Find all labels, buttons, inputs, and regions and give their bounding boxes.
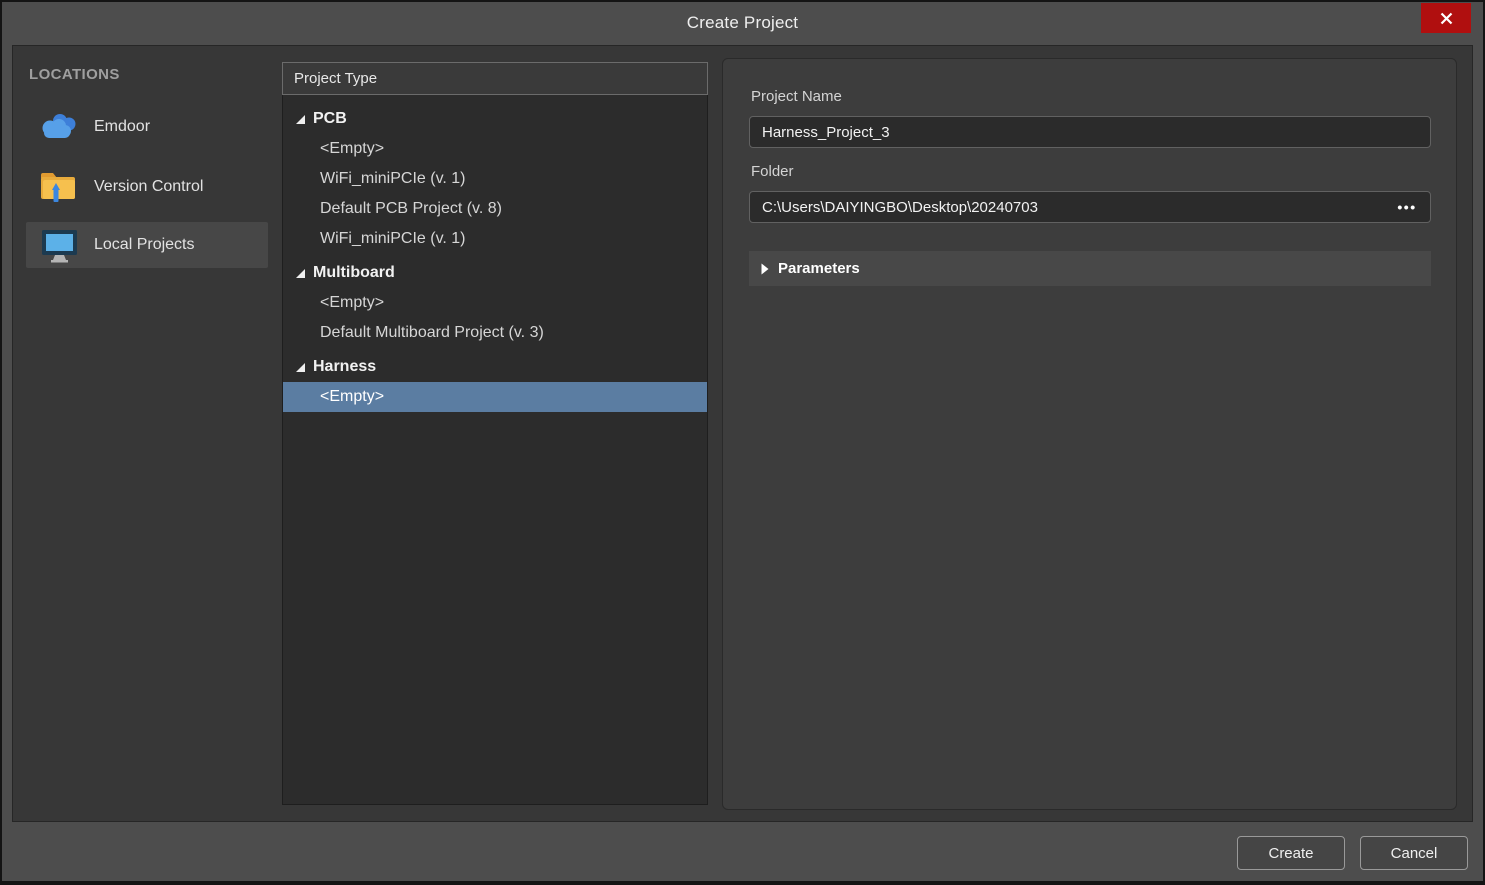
folder-input[interactable] [750, 199, 1384, 216]
tree-row-label: <Empty> [320, 388, 384, 406]
project-type-tree: PCB <Empty> WiFi_miniPCIe (v. 1) Default… [282, 95, 708, 805]
create-project-dialog: Create Project LOCATIONS [0, 0, 1485, 885]
project-name-label: Project Name [751, 88, 842, 105]
parameters-label: Parameters [778, 260, 860, 277]
browse-button[interactable]: ••• [1384, 192, 1430, 222]
close-icon [1440, 12, 1453, 25]
folder-upload-icon [38, 170, 80, 204]
tree-row-label: Default Multiboard Project (v. 3) [320, 324, 544, 342]
expand-arrow-icon[interactable] [296, 269, 305, 278]
tree-row-label: PCB [313, 110, 347, 128]
tree-group-row[interactable]: Multiboard [283, 258, 707, 288]
titlebar: Create Project [0, 0, 1485, 45]
locations-header: LOCATIONS [29, 66, 120, 83]
tree-row-label: Default PCB Project (v. 8) [320, 200, 502, 218]
expand-arrow-icon[interactable] [296, 115, 305, 124]
tree-row-label: Multiboard [313, 264, 395, 282]
tree-item-row[interactable]: WiFi_miniPCIe (v. 1) [283, 224, 707, 254]
details-panel: Project Name Folder ••• Parameters [722, 58, 1457, 810]
close-button[interactable] [1421, 3, 1471, 33]
project-type-header: Project Type [282, 62, 708, 95]
project-name-input[interactable] [750, 124, 1430, 141]
ellipsis-icon: ••• [1397, 199, 1416, 215]
tree-row-label: <Empty> [320, 140, 384, 158]
sidebar-item-local-projects[interactable]: Local Projects [26, 222, 268, 268]
sidebar-item-label: Local Projects [94, 236, 195, 254]
project-name-field [749, 116, 1431, 148]
sidebar-item-label: Version Control [94, 178, 203, 196]
tree-group-row[interactable]: Harness [283, 352, 707, 382]
sidebar-item-label: Emdoor [94, 118, 150, 136]
dialog-content: LOCATIONS Emdoor [12, 45, 1473, 822]
dialog-title: Create Project [0, 0, 1485, 45]
tree-row-label: <Empty> [320, 294, 384, 312]
expand-arrow-icon[interactable] [296, 363, 305, 372]
folder-label: Folder [751, 163, 794, 180]
create-button[interactable]: Create [1237, 836, 1345, 870]
tree-item-row[interactable]: <Empty> [283, 382, 707, 412]
tree-item-row[interactable]: <Empty> [283, 134, 707, 164]
cancel-button[interactable]: Cancel [1360, 836, 1468, 870]
tree-item-row[interactable]: WiFi_miniPCIe (v. 1) [283, 164, 707, 194]
tree-item-row[interactable]: Default PCB Project (v. 8) [283, 194, 707, 224]
chevron-right-icon [761, 263, 769, 275]
tree-group-row[interactable]: PCB [283, 104, 707, 134]
parameters-section[interactable]: Parameters [749, 251, 1431, 286]
tree-row-label: Harness [313, 358, 376, 376]
project-type-panel: Project Type PCB <Empty> WiFi_miniPCIe (… [282, 62, 708, 805]
monitor-icon [38, 227, 80, 263]
tree-item-row[interactable]: <Empty> [283, 288, 707, 318]
folder-field: ••• [749, 191, 1431, 223]
cloud-icon [38, 111, 80, 143]
tree-row-label: WiFi_miniPCIe (v. 1) [320, 170, 466, 188]
sidebar-item-emdoor[interactable]: Emdoor [26, 104, 268, 150]
sidebar-item-version-control[interactable]: Version Control [26, 164, 268, 210]
tree-item-row[interactable]: Default Multiboard Project (v. 3) [283, 318, 707, 348]
tree-row-label: WiFi_miniPCIe (v. 1) [320, 230, 466, 248]
